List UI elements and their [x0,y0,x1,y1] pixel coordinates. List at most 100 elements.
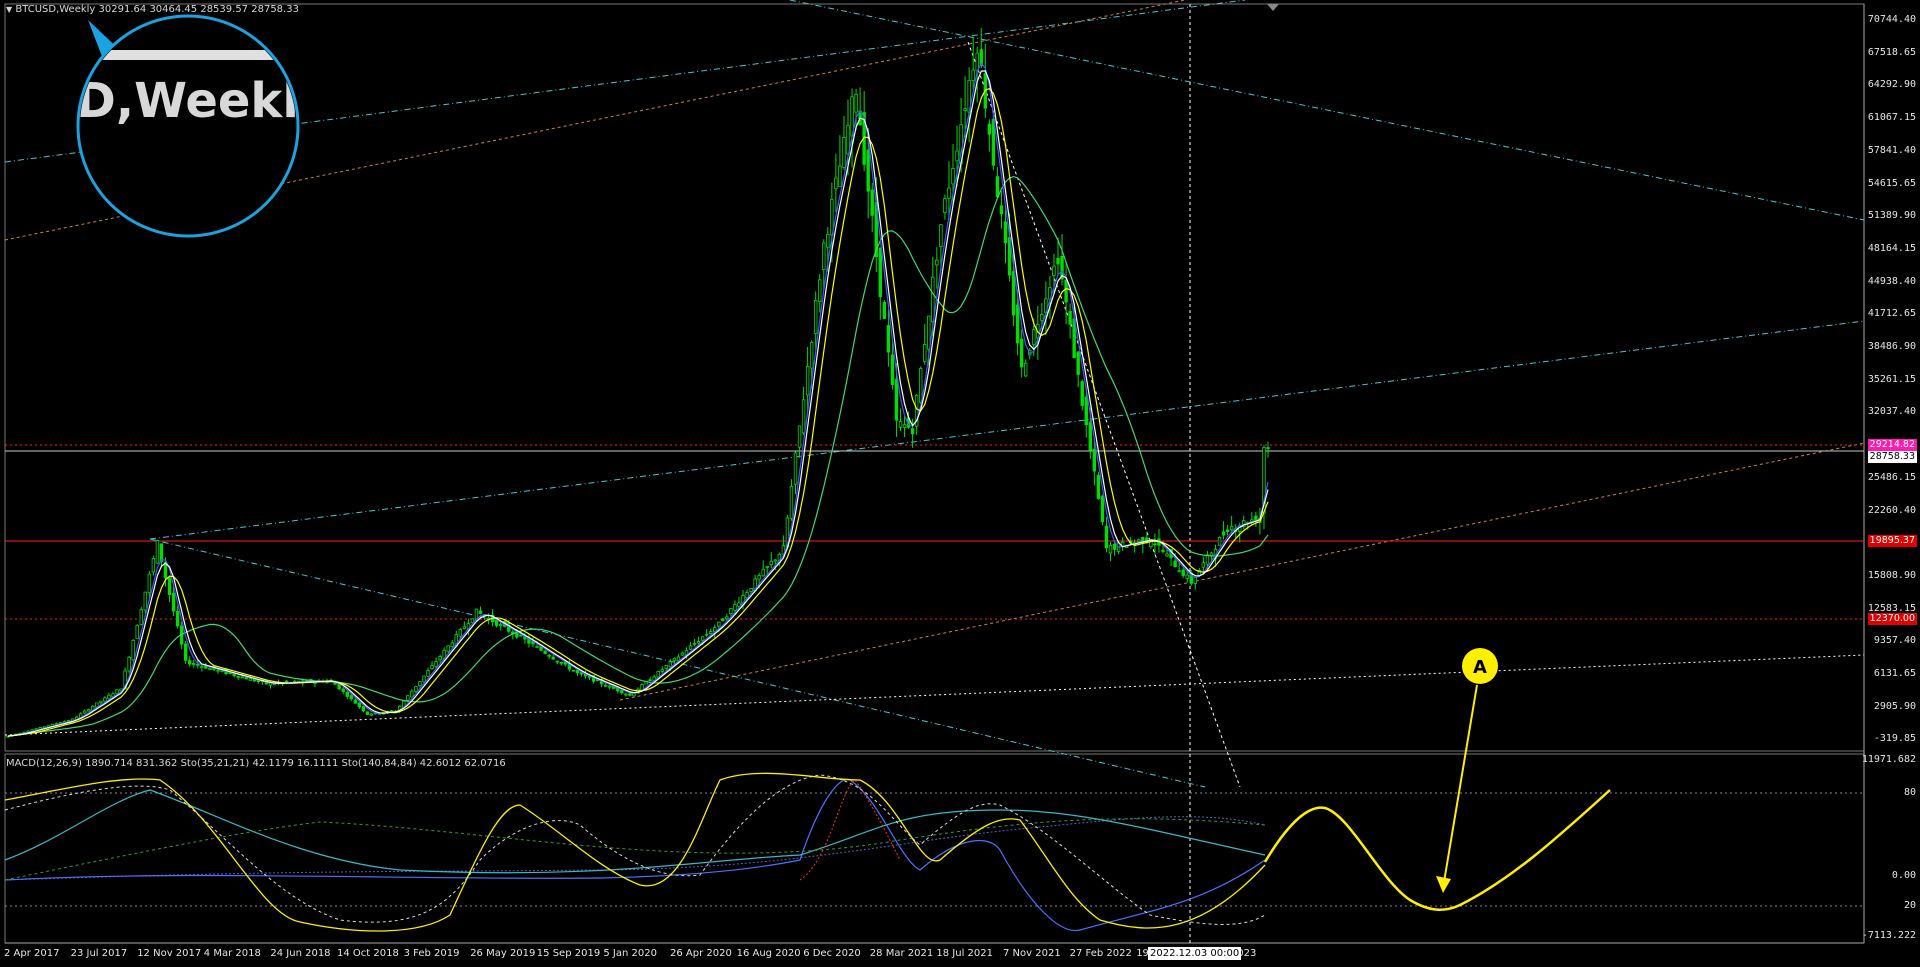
candle-body [749,588,753,592]
time-tick: 24 Jun 2018 [270,948,331,959]
price-tick: 41712.65 [1867,308,1916,320]
candle-body [971,69,975,81]
candle-body [551,656,555,660]
dropdown-arrow-icon[interactable]: ▼ [6,5,12,14]
candle-body [1153,543,1157,546]
candle-body [834,177,838,190]
time-tick: 14 Oct 2018 [337,948,399,959]
candle-body [571,669,576,672]
candle-body [1217,537,1222,546]
candle-body [167,577,172,595]
time-tick: 16 Aug 2020 [736,948,801,959]
candle-body [341,688,345,692]
candle-body [171,592,176,612]
candle-body [692,643,697,645]
time-tick: 27 Feb 2022 [1069,948,1132,959]
candle-body [1088,421,1093,451]
candle-body [987,123,992,135]
candle-body [1068,311,1072,325]
candle-body [688,645,693,650]
current-price-tag: 29214.82 [1867,439,1917,451]
time-tick: 5 Jan 2020 [603,948,657,959]
candle-body [135,624,139,639]
macd-label: MACD(12,26,9) 1890.714 831.362 [6,758,178,769]
candle-body [462,626,467,630]
candle-body [107,694,111,700]
candle-body [805,366,810,396]
candle-body [139,609,143,625]
price-tick: 67518.65 [1867,46,1916,58]
candle-body [127,656,131,672]
candle-body [818,279,822,302]
candle-body [700,636,705,641]
candle-body [357,702,362,708]
candle-body [1185,574,1189,579]
annotation-label: A [1473,657,1487,678]
candle-body [902,424,907,428]
price-tick: 44938.40 [1867,275,1916,287]
candle-body [1177,570,1181,573]
price-tick: 2905.90 [1873,700,1916,712]
candle-body [345,691,349,697]
candle-body [696,641,701,644]
time-tick: 3 Feb 2019 [403,948,460,959]
candle-body [1181,569,1185,576]
candle-body [608,685,612,688]
candle-body [947,187,951,199]
candle-body [890,354,895,385]
candle-body [87,709,91,712]
price-tick: 64292.90 [1867,79,1916,91]
crosshair-time-label: 2022.12.03 00:00 [1148,947,1242,960]
chart-canvas[interactable]: A D,Weekly [0,0,1920,967]
candle-body [1019,338,1024,368]
time-tick: 6 Dec 2020 [803,948,861,959]
candle-body [1011,271,1016,316]
candle-body [1137,539,1141,542]
candle-body [1108,544,1113,554]
candle-body [1165,553,1169,557]
candle-body [1040,314,1044,321]
candle-body [721,618,725,622]
time-tick: 7 Nov 2021 [1003,948,1061,959]
candle-body [1266,447,1270,450]
chart-header: ▼ BTCUSD,Weekly 30291.64 30464.45 28539.… [6,4,299,15]
candle-body [704,633,709,636]
candle-body [822,242,826,270]
candle-body [547,654,551,657]
candle-body [151,558,156,573]
candle-body [1100,495,1105,523]
candle-body [438,656,442,661]
candle-body [1080,381,1084,406]
candle-body [446,645,450,652]
candle-body [886,325,891,353]
price-tick: 61067.15 [1867,112,1916,124]
candle-body [769,560,773,565]
candle-body [797,425,802,448]
candle-body [353,699,358,704]
osc-tick: 20 [1903,900,1916,911]
candle-body [725,616,729,620]
candle-body [939,224,943,247]
candle-body [147,573,152,593]
candle-body [935,259,939,266]
price-tick: 12583.15 [1867,602,1916,614]
candle-body [955,150,959,162]
candle-body [143,591,148,611]
candle-body [708,631,713,634]
level-tag-1: 19895.37 [1867,535,1917,547]
candle-body [1161,549,1165,552]
candle-body [765,565,769,568]
candle-body [717,621,721,627]
candle-body [975,52,979,72]
time-tick: 28 Mar 2021 [869,948,934,959]
candle-body [1201,562,1206,568]
candle-body [175,610,180,627]
candle-body [733,604,737,611]
candle-body [196,663,200,666]
candle-body [1076,351,1080,375]
sto2-label: Sto(140,84,84) 42.6012 62.0716 [341,758,506,769]
price-tick: 15808.90 [1867,569,1916,581]
time-tick: 15 Sep 2019 [536,948,601,959]
price-tick: 48164.15 [1867,242,1916,254]
candle-body [406,695,410,701]
